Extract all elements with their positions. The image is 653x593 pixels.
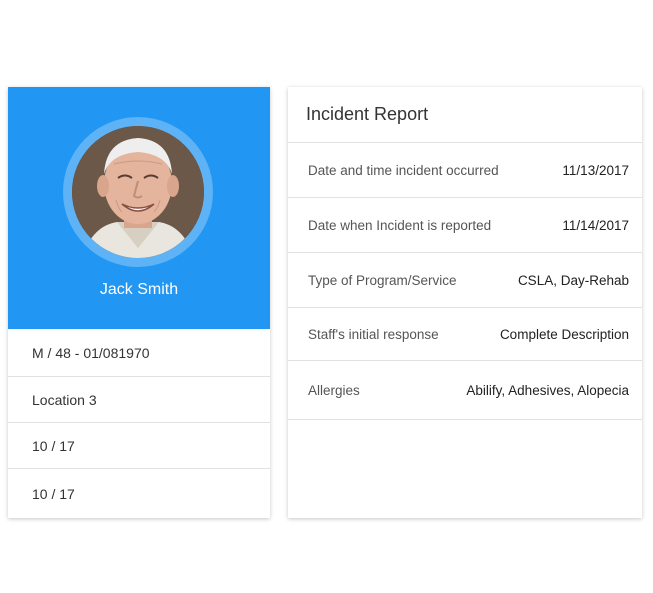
patient-card: Jack Smith M / 48 - 01/081970 Location 3… <box>8 87 270 518</box>
patient-header: Jack Smith <box>8 87 270 329</box>
report-row-label: Allergies <box>308 382 360 398</box>
report-row-label: Staff's initial response <box>308 326 439 342</box>
report-row-label: Date and time incident occurred <box>308 162 499 178</box>
report-row-value: CSLA, Day-Rehab <box>517 272 629 288</box>
patient-demographics: M / 48 - 01/081970 <box>8 329 270 377</box>
report-row-value: Complete Description <box>499 326 629 342</box>
report-row-program-service: Type of Program/Service CSLA, Day-Rehab <box>288 253 642 308</box>
report-row-label: Date when Incident is reported <box>308 217 492 233</box>
report-row-value: 11/14/2017 <box>562 217 629 233</box>
patient-location: Location 3 <box>8 377 270 423</box>
report-row-allergies: Allergies Abilify, Adhesives, Alopecia <box>288 361 642 420</box>
incident-report-card: Incident Report Date and time incident o… <box>288 87 642 518</box>
page: Jack Smith M / 48 - 01/081970 Location 3… <box>0 0 653 593</box>
report-row-value: 11/13/2017 <box>562 162 629 178</box>
patient-photo <box>72 126 204 258</box>
report-row-value: Abilify, Adhesives, Alopecia <box>466 382 629 398</box>
avatar-ring <box>63 117 213 267</box>
report-row-incident-reported: Date when Incident is reported 11/14/201… <box>288 198 642 253</box>
report-row-incident-occurred: Date and time incident occurred 11/13/20… <box>288 143 642 198</box>
report-title: Incident Report <box>288 87 642 143</box>
avatar <box>72 126 204 258</box>
patient-name: Jack Smith <box>99 281 179 298</box>
report-row-staff-response: Staff's initial response Complete Descri… <box>288 308 642 361</box>
report-row-label: Type of Program/Service <box>308 272 457 288</box>
patient-detail-row: 10 / 17 <box>8 423 270 469</box>
patient-detail-row: 10 / 17 <box>32 485 75 502</box>
